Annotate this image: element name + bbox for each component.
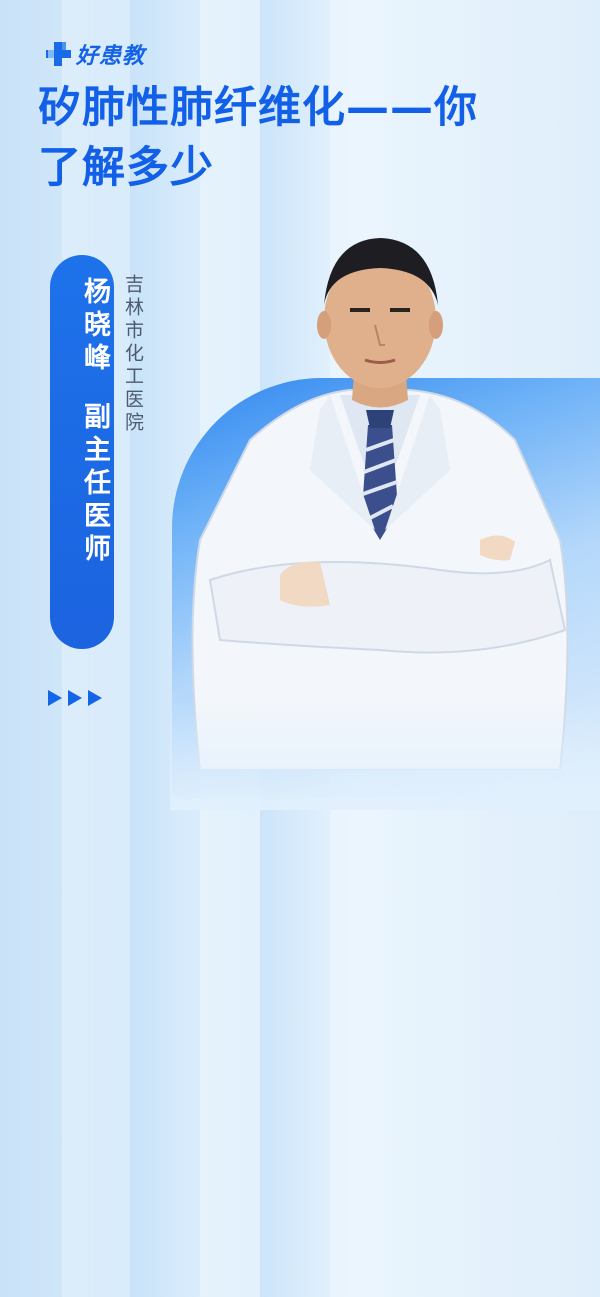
page-title: 矽肺性肺纤维化——你 了解多少 [38,78,568,198]
title-line-1: 矽肺性肺纤维化——你 [38,83,478,133]
brand-name: 好患教 [76,44,146,69]
play-arrow-icon [88,690,102,706]
brand-logo: 好患教 [44,38,145,70]
hospital-name: 吉林市化工医院 [122,274,144,435]
medical-cross-icon [46,42,71,66]
play-arrow-icon [68,690,82,706]
portrait-fade [170,700,600,810]
doctor-position: 副主任医师 [79,402,110,567]
play-arrow-icon [48,690,62,706]
doctor-portrait [191,238,569,770]
doctor-name: 杨晓峰 [79,277,110,376]
doctor-name-badge: 杨晓峰 副主任医师 [50,255,114,649]
arrow-indicator [48,690,102,706]
title-line-2: 了解多少 [38,143,214,193]
